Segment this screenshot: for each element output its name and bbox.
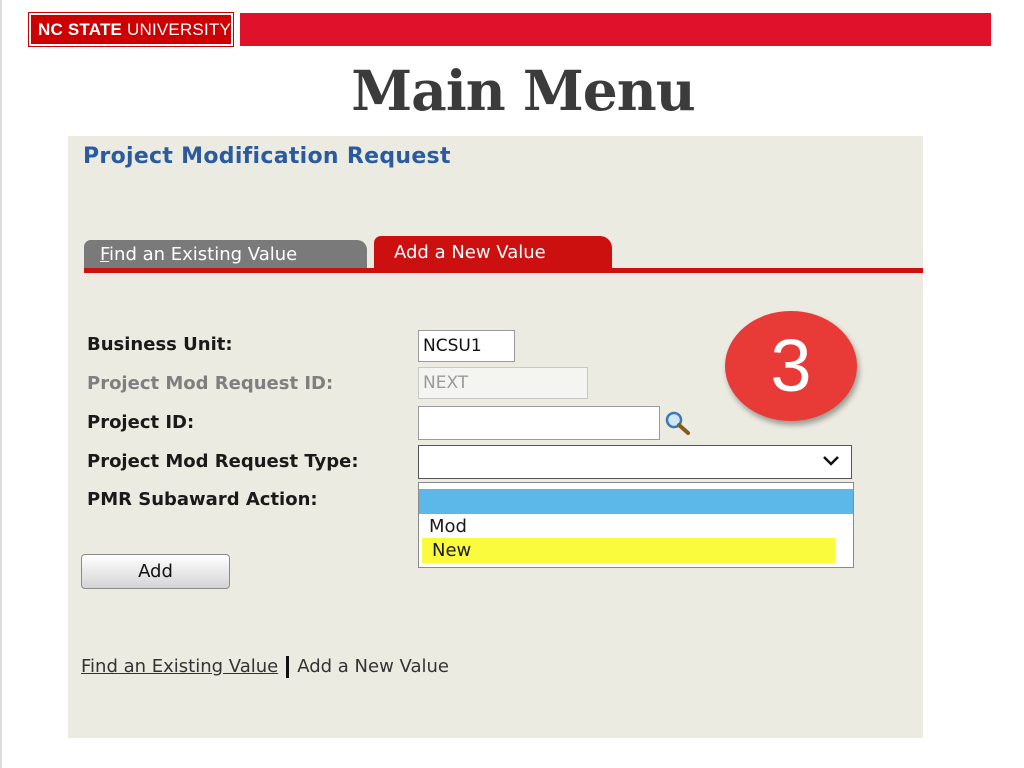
step-3-badge: 3 <box>725 311 857 421</box>
tab-underline <box>84 268 923 273</box>
business-unit-input[interactable]: NCSU1 <box>418 330 515 362</box>
dropdown-option-blank[interactable] <box>419 489 853 514</box>
dropdown-option-mod[interactable]: Mod <box>419 514 853 539</box>
add-button[interactable]: Add <box>81 554 230 589</box>
link-separator <box>286 656 290 678</box>
tab-find-label: ind an Existing Value <box>109 244 298 265</box>
request-type-dropdown-list: Mod New <box>418 482 854 568</box>
page-title: Project Modification Request <box>83 144 451 169</box>
subaward-action-label: PMR Subaward Action: <box>87 489 318 510</box>
chevron-down-icon[interactable] <box>821 450 841 470</box>
logo-rest-text: UNIVERSITY <box>122 20 232 39</box>
slide-title: Main Menu <box>351 58 695 123</box>
request-id-label: Project Mod Request ID: <box>87 373 334 394</box>
ncsu-logo: NC STATE UNIVERSITY <box>28 12 234 47</box>
business-unit-label: Business Unit: <box>87 334 233 355</box>
tab-add-label: Add a New Value <box>394 242 546 263</box>
dropdown-option-new[interactable]: New <box>422 538 835 563</box>
add-new-value-link: Add a New Value <box>297 656 449 677</box>
header-red-bar <box>240 13 991 46</box>
find-existing-value-link[interactable]: Find an Existing Value <box>81 656 278 677</box>
lookup-magnifier-icon[interactable] <box>663 409 691 437</box>
tab-add-new-value[interactable]: Add a New Value <box>374 236 612 270</box>
tab-find-existing-value[interactable]: Find an Existing Value <box>84 240 367 270</box>
project-id-label: Project ID: <box>87 412 195 433</box>
bottom-links: Find an Existing Value Add a New Value <box>81 656 449 678</box>
request-type-select[interactable] <box>418 445 852 479</box>
project-id-input[interactable] <box>418 406 660 440</box>
step-number: 3 <box>770 324 812 407</box>
request-type-label: Project Mod Request Type: <box>87 451 359 472</box>
logo-bold-text: NC STATE <box>38 20 123 39</box>
peoplesoft-panel: Project Modification Request Find an Exi… <box>68 136 923 738</box>
tab-find-accelerator: F <box>100 244 110 265</box>
request-id-input: NEXT <box>418 367 588 399</box>
